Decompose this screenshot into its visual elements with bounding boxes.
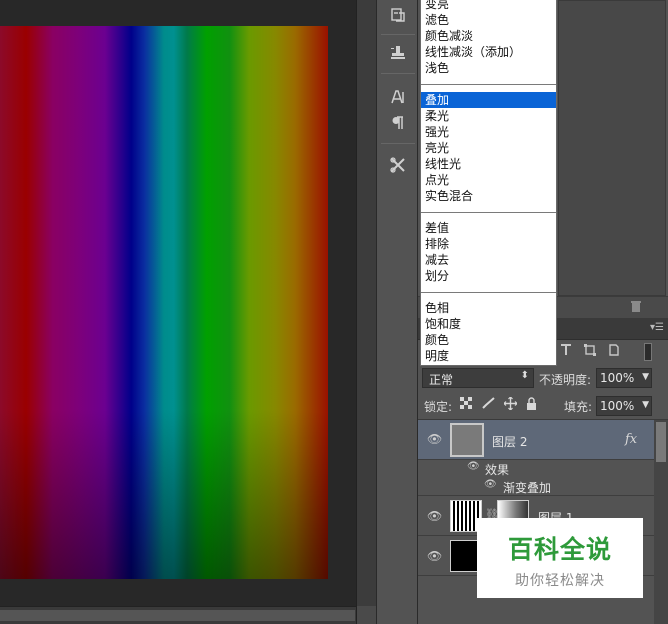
blend-mode-option[interactable]: 实色混合 bbox=[421, 188, 556, 204]
tool-presets-icon[interactable] bbox=[386, 153, 410, 177]
character-icon[interactable] bbox=[386, 85, 410, 109]
panel-menu-icon[interactable]: ▾☰ bbox=[650, 322, 664, 333]
fill-value: 100% bbox=[600, 399, 635, 413]
blend-mode-option[interactable]: 线性光 bbox=[421, 156, 556, 172]
menu-separator bbox=[421, 212, 556, 213]
gradient-overlay-effect-row[interactable]: 👁 渐变叠加 bbox=[418, 478, 654, 496]
blend-mode-option[interactable]: 颜色 bbox=[421, 332, 556, 348]
blend-mode-option[interactable]: 柔光 bbox=[421, 108, 556, 124]
shape-filter-icon[interactable] bbox=[584, 344, 596, 360]
gradient-overlay-label: 渐变叠加 bbox=[503, 481, 552, 495]
fx-icon[interactable]: fx bbox=[625, 432, 637, 447]
opacity-field[interactable]: 100% ▼ bbox=[596, 368, 652, 388]
chevron-updown-icon: ⬍ bbox=[520, 370, 529, 381]
tool-separator bbox=[381, 34, 415, 35]
fill-field[interactable]: 100% ▼ bbox=[596, 396, 652, 416]
blend-mode-option[interactable]: 明度 bbox=[421, 348, 556, 364]
blend-mode-option[interactable]: 划分 bbox=[421, 268, 556, 284]
eye-icon[interactable]: 👁 bbox=[467, 461, 480, 472]
blend-mode-option[interactable]: 排除 bbox=[421, 236, 556, 252]
document-canvas-area[interactable] bbox=[0, 0, 360, 624]
lock-fill-row: 锁定: 填充: 100% ▼ bbox=[418, 392, 668, 420]
blend-mode-option[interactable]: 强光 bbox=[421, 124, 556, 140]
lock-transparent-pixels-icon[interactable] bbox=[460, 397, 472, 413]
blend-mode-select[interactable]: 正常 ⬍ bbox=[422, 368, 534, 388]
fill-label: 填充: bbox=[564, 400, 593, 414]
horizontal-scrollbar[interactable] bbox=[0, 606, 360, 624]
history-icon[interactable] bbox=[386, 3, 410, 27]
eye-icon[interactable]: 👁 bbox=[427, 549, 442, 563]
smart-object-filter-icon[interactable] bbox=[608, 344, 620, 360]
blend-mode-option[interactable]: 减去 bbox=[421, 252, 556, 268]
eye-icon[interactable]: 👁 bbox=[484, 479, 497, 490]
chevron-down-icon[interactable]: ▼ bbox=[642, 400, 649, 410]
eye-icon[interactable]: 👁 bbox=[427, 509, 442, 523]
blend-mode-option[interactable]: 亮光 bbox=[421, 140, 556, 156]
layer-name[interactable]: 图层 2 bbox=[492, 433, 527, 450]
trash-icon[interactable] bbox=[630, 300, 642, 317]
layer-effects-row[interactable]: 👁 效果 bbox=[418, 460, 654, 478]
layer-row-layer-2[interactable]: 👁 图层 2 fx bbox=[418, 420, 654, 460]
blend-mode-option[interactable]: 点光 bbox=[421, 172, 556, 188]
chevron-down-icon[interactable]: ▼ bbox=[642, 372, 649, 382]
watermark: 百科全说 助你轻松解决 bbox=[477, 518, 643, 598]
layer-thumbnail bbox=[450, 423, 484, 457]
blend-mode-option[interactable]: 变亮 bbox=[421, 0, 556, 12]
paragraph-icon[interactable] bbox=[386, 111, 410, 135]
watermark-subtitle: 助你轻松解决 bbox=[515, 573, 605, 589]
blend-mode-option[interactable]: 差值 bbox=[421, 220, 556, 236]
blend-mode-option[interactable]: 饱和度 bbox=[421, 316, 556, 332]
scrollbar-corner bbox=[357, 606, 377, 624]
blend-mode-option[interactable]: 线性减淡（添加） bbox=[421, 44, 556, 60]
opacity-value: 100% bbox=[600, 371, 635, 385]
text-filter-icon[interactable] bbox=[560, 344, 572, 360]
blend-mode-option[interactable]: 滤色 bbox=[421, 12, 556, 28]
horizontal-scroll-thumb[interactable] bbox=[0, 610, 355, 621]
menu-separator bbox=[421, 292, 556, 293]
blend-mode-option[interactable]: 浅色 bbox=[421, 60, 556, 76]
lock-all-icon[interactable] bbox=[526, 397, 537, 414]
upper-panel-content bbox=[558, 0, 666, 296]
watermark-title: 百科全说 bbox=[507, 535, 612, 564]
menu-separator bbox=[421, 84, 556, 85]
blend-mode-option[interactable]: 颜色减淡 bbox=[421, 28, 556, 44]
blend-mode-dropdown: 变亮 滤色 颜色减淡 线性减淡（添加） 浅色叠加 柔光 强光 亮光 线性光 点光 实色混合差值 排除减… bbox=[420, 0, 557, 366]
layers-scroll-thumb[interactable] bbox=[656, 422, 666, 462]
tool-separator bbox=[381, 73, 415, 74]
blend-mode-option[interactable]: 叠加 bbox=[421, 92, 556, 108]
clone-source-icon[interactable] bbox=[386, 41, 410, 65]
vertical-scrollbar[interactable] bbox=[356, 0, 377, 624]
gradient-image-canvas[interactable] bbox=[0, 26, 328, 579]
effects-label: 效果 bbox=[485, 463, 510, 477]
lock-image-pixels-icon[interactable] bbox=[482, 397, 496, 413]
layers-scrollbar[interactable] bbox=[654, 420, 668, 624]
opacity-label: 不透明度: bbox=[539, 373, 592, 387]
filter-toggle-switch[interactable] bbox=[644, 343, 652, 361]
lock-label: 锁定: bbox=[424, 400, 453, 414]
blend-mode-option[interactable]: 色相 bbox=[421, 300, 556, 316]
lock-position-icon[interactable] bbox=[503, 396, 518, 414]
panel-icon-strip bbox=[376, 0, 418, 624]
blend-mode-value: 正常 bbox=[429, 373, 454, 387]
tool-separator bbox=[381, 143, 415, 144]
blend-opacity-row: 正常 ⬍ 不透明度: 100% ▼ bbox=[418, 366, 668, 392]
eye-icon[interactable]: 👁 bbox=[427, 432, 442, 446]
